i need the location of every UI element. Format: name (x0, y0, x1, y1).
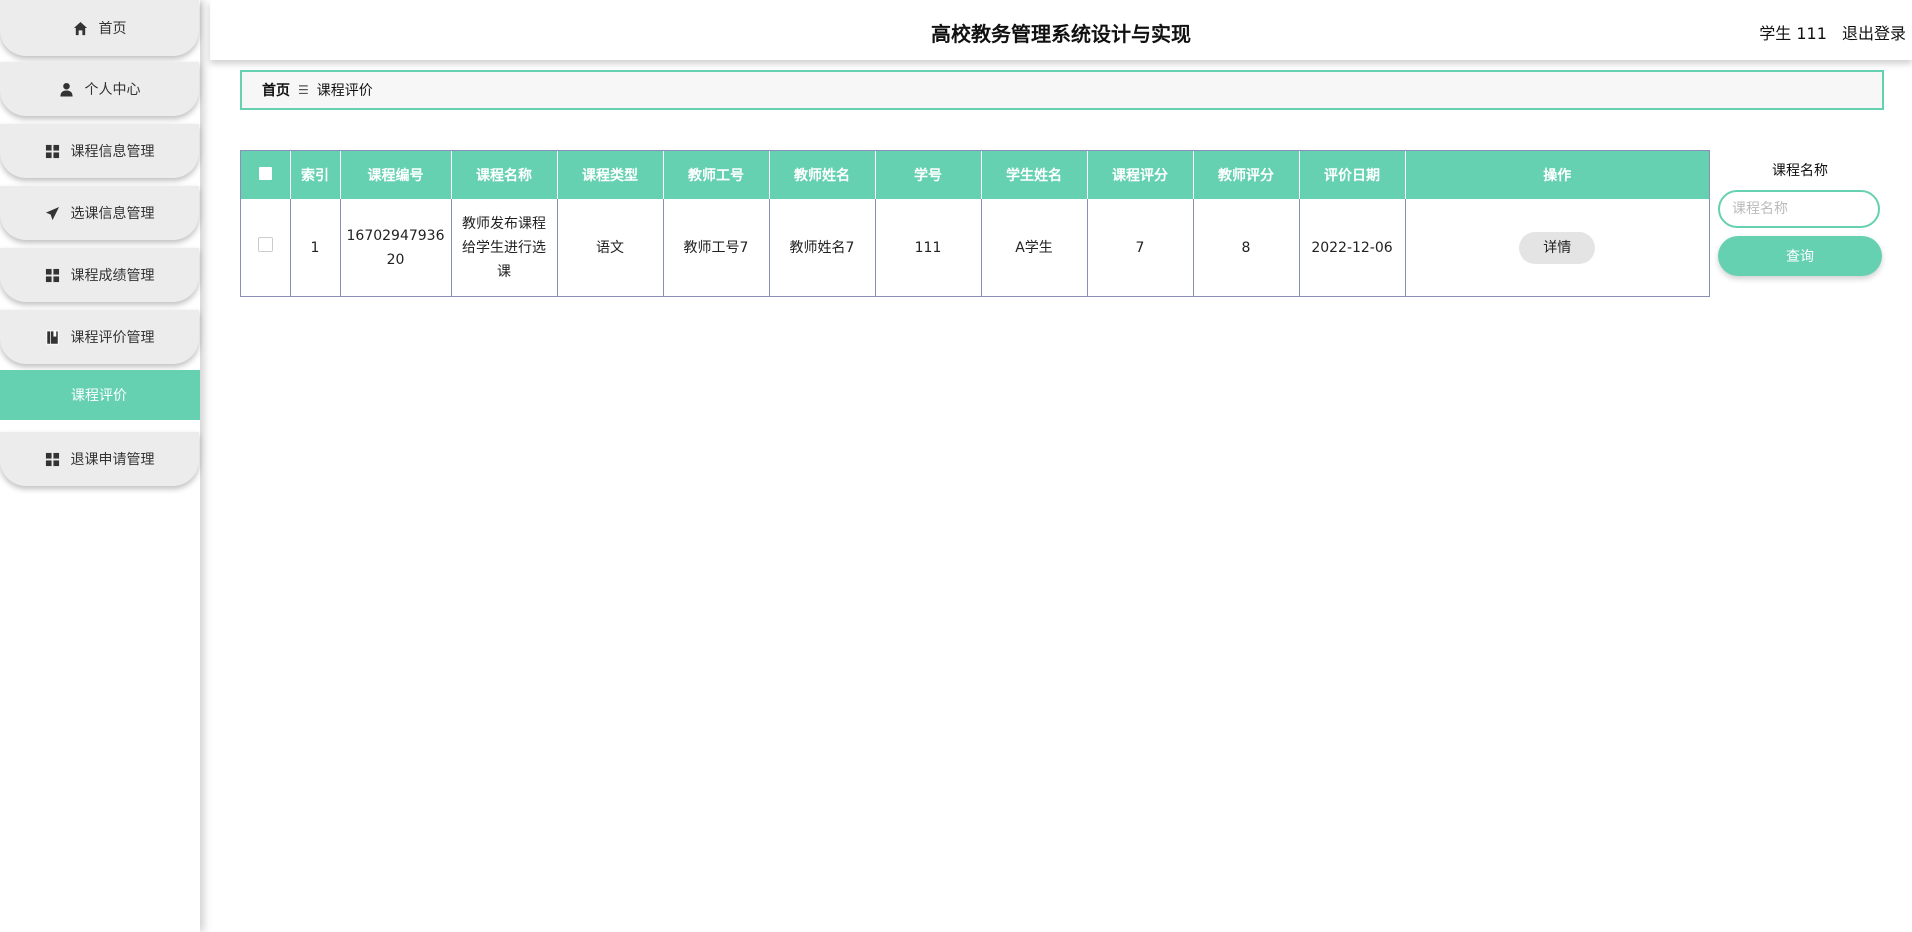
user-area: 学生 111 退出登录 (1749, 20, 1906, 44)
detail-button[interactable]: 详情 (1519, 231, 1596, 264)
sidebar-item-label: 课程成绩管理 (70, 268, 155, 284)
logout-link[interactable]: 退出登录 (1842, 24, 1906, 43)
column-header: 课程编号 (340, 151, 452, 199)
table-row: 1 1670294793620 教师发布课程给学生进行选课 语文 教师工号7 教… (241, 199, 1709, 296)
sidebar-item-course-selection[interactable]: 选课信息管理 (0, 186, 199, 240)
table-header-row: 索引 课程编号 课程名称 课程类型 教师工号 教师姓名 学号 学生姓名 课程评分… (241, 151, 1709, 199)
breadcrumb: 首页 ☰ 课程评价 (240, 70, 1884, 110)
sidebar-item-label: 课程信息管理 (70, 144, 155, 160)
column-header: 教师工号 (663, 151, 770, 199)
sidebar-item-label: 退课申请管理 (70, 452, 155, 468)
sidebar-item-course-grades[interactable]: 课程成绩管理 (0, 248, 199, 302)
cell-teacher-score: 8 (1193, 199, 1300, 296)
sidebar-item-label: 选课信息管理 (70, 206, 155, 222)
search-label: 课程名称 (1772, 163, 1828, 179)
breadcrumb-separator-icon: ☰ (298, 83, 309, 97)
current-user: 学生 111 (1759, 24, 1827, 43)
grid-icon (45, 451, 61, 467)
sidebar-item-label: 首页 (98, 21, 127, 37)
search-input[interactable] (1718, 190, 1880, 228)
column-header: 课程评分 (1087, 151, 1194, 199)
sidebar-item-drop-course[interactable]: 退课申请管理 (0, 432, 199, 486)
sidebar-item-label: 课程评价管理 (70, 330, 155, 346)
cell-teacher-no: 教师工号7 (663, 199, 770, 296)
sidebar-item-course-info[interactable]: 课程信息管理 (0, 124, 199, 178)
column-header: 课程名称 (451, 151, 558, 199)
column-header: 学号 (875, 151, 982, 199)
row-checkbox[interactable] (241, 199, 291, 296)
cell-student-name: A学生 (981, 199, 1088, 296)
cell-course-name: 教师发布课程给学生进行选课 (451, 199, 558, 296)
sidebar-item-home[interactable]: 首页 (0, 0, 199, 56)
cell-actions: 详情 (1405, 199, 1709, 296)
sidebar-subitem-label: 课程评价 (71, 388, 127, 404)
column-header: 学生姓名 (981, 151, 1088, 199)
cell-course-type: 语文 (557, 199, 664, 296)
app-title: 高校教务管理系统设计与实现 (931, 22, 1191, 46)
home-icon (73, 20, 89, 36)
search-button[interactable]: 查询 (1718, 236, 1882, 276)
top-header: 高校教务管理系统设计与实现 学生 111 退出登录 (210, 0, 1912, 60)
cell-course-score: 7 (1087, 199, 1194, 296)
breadcrumb-current: 课程评价 (316, 83, 373, 99)
column-header: 课程类型 (557, 151, 664, 199)
sidebar-item-label: 个人中心 (84, 82, 141, 98)
column-header: 教师姓名 (769, 151, 876, 199)
evaluation-table: 索引 课程编号 课程名称 课程类型 教师工号 教师姓名 学号 学生姓名 课程评分… (240, 150, 1710, 297)
cell-student-no: 111 (875, 199, 982, 296)
column-header: 评价日期 (1299, 151, 1406, 199)
column-header: 索引 (290, 151, 341, 199)
grid-icon (45, 267, 61, 283)
cell-teacher-name: 教师姓名7 (769, 199, 876, 296)
send-icon (45, 205, 61, 221)
column-header: 操作 (1405, 151, 1709, 199)
cell-course-no: 1670294793620 (340, 199, 452, 296)
sidebar-item-personal-center[interactable]: 个人中心 (0, 62, 199, 116)
column-header: 教师评分 (1193, 151, 1300, 199)
grid-icon (45, 143, 61, 159)
user-icon (59, 81, 75, 97)
sidebar: 首页 个人中心 课程信息管理 选课信息管理 课程成绩管理 课程评价管理 课程评价 (0, 0, 200, 932)
sidebar-subitem-course-evaluation[interactable]: 课程评价 (0, 370, 200, 420)
book-icon (45, 329, 61, 345)
select-all-checkbox[interactable] (241, 151, 291, 199)
cell-date: 2022-12-06 (1299, 199, 1406, 296)
breadcrumb-home[interactable]: 首页 (262, 80, 290, 100)
cell-index: 1 (290, 199, 341, 296)
sidebar-item-course-evaluation[interactable]: 课程评价管理 (0, 310, 199, 364)
